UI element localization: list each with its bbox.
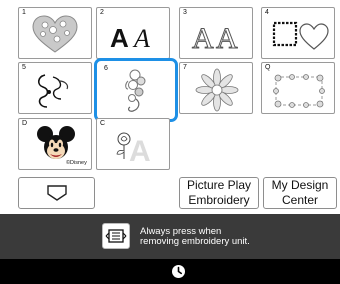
pocket-icon: [46, 185, 67, 201]
rose-letter-glyph: A: [129, 135, 151, 168]
embroidery-pattern-selection-screen: 1 2 A A 3 A A 4 5 6 7 Q D ©Disney C A Pi…: [0, 0, 340, 284]
notice-bar: Always press when removing embroidery un…: [0, 214, 340, 259]
embroidery-unit-release-button[interactable]: [102, 223, 130, 249]
pattern-tile-5[interactable]: 5: [18, 62, 92, 114]
footer-bar: [0, 259, 340, 284]
svg-text:A: A: [192, 22, 214, 55]
stamp-heart-icon: [272, 21, 329, 50]
pattern-tile-d[interactable]: D ©Disney: [18, 118, 92, 170]
rose-letter-icon: A: [116, 132, 151, 168]
pattern-tile-3[interactable]: 3 A A: [179, 7, 253, 59]
pattern-tile-c[interactable]: C A: [96, 118, 170, 170]
outline-letters-icon: A A: [192, 22, 239, 56]
pattern-tile-4[interactable]: 4: [261, 7, 335, 59]
pattern-tile-q[interactable]: Q: [261, 62, 335, 114]
picture-play-label-line-1: Picture Play: [186, 178, 252, 192]
pocket-button[interactable]: [18, 177, 95, 209]
floral-vine-icon: [125, 69, 146, 112]
svg-text:A: A: [216, 22, 238, 55]
picture-play-embroidery-button[interactable]: Picture Play Embroidery: [179, 177, 259, 209]
svg-text:A: A: [110, 23, 129, 53]
clock-icon[interactable]: [171, 264, 186, 279]
mandala-icon: [195, 68, 239, 112]
svg-text:A: A: [132, 24, 150, 53]
embroidery-unit-release-icon: [105, 229, 127, 243]
pattern-tile-6[interactable]: 6: [94, 58, 178, 122]
notice-message: Always press when removing embroidery un…: [140, 227, 250, 247]
mickey-icon: ©Disney: [37, 126, 87, 166]
heart-flower-icon: [32, 15, 78, 53]
my-design-center-button[interactable]: My Design Center: [263, 177, 337, 209]
my-design-label-line-2: Center: [281, 193, 319, 207]
script-letters-icon: A A: [110, 23, 150, 53]
picture-play-label-line-2: Embroidery: [188, 193, 250, 207]
notice-line-2: removing embroidery unit.: [140, 236, 250, 247]
disney-brand-mark: ©Disney: [66, 159, 87, 166]
pattern-tile-7[interactable]: 7: [179, 62, 253, 114]
pattern-tile-2[interactable]: 2 A A: [96, 7, 170, 59]
pattern-tile-1[interactable]: 1: [18, 7, 92, 59]
floral-frame-icon: [273, 74, 325, 108]
my-design-label-line-1: My Design: [271, 178, 329, 192]
swirl-ornament-icon: [37, 74, 69, 108]
